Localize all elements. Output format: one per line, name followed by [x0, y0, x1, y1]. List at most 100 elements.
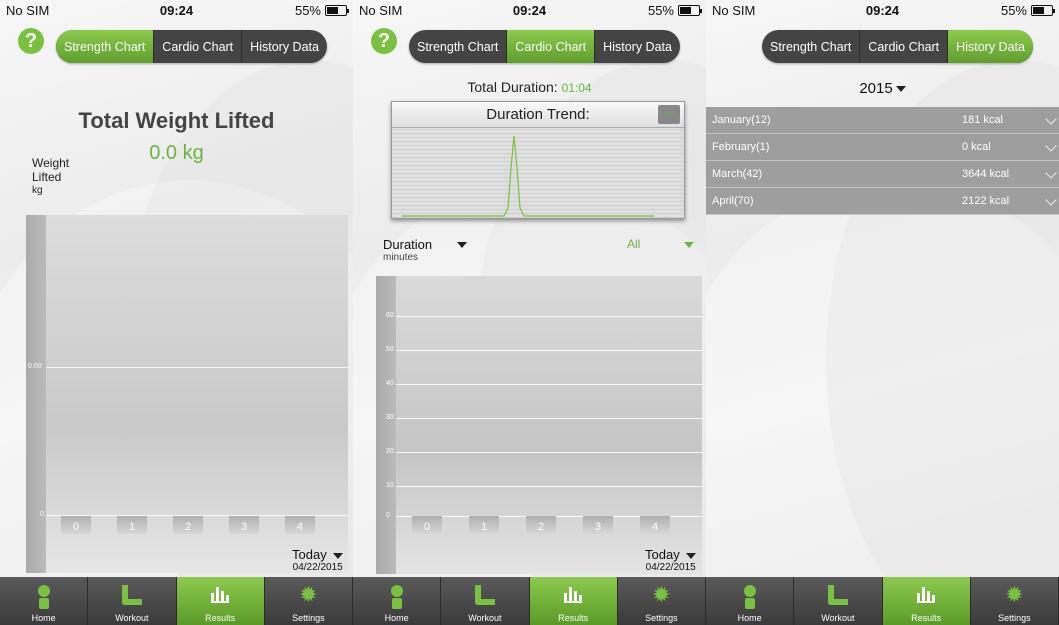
shoe-icon: [827, 585, 848, 605]
x-tick: 2: [526, 516, 556, 534]
metric-dropdown-icon[interactable]: [457, 242, 467, 248]
tab-cardio-chart[interactable]: Cardio Chart: [507, 30, 596, 63]
history-data-screen: No SIM 09:24 55% Strength Chart Cardio C…: [706, 0, 1059, 625]
x-tick: 1: [469, 516, 499, 534]
status-bar: No SIM 09:24 55%: [706, 0, 1059, 22]
battery-status: 55%: [648, 3, 702, 18]
home-person-icon: [389, 585, 405, 609]
filter-dropdown-icon[interactable]: [684, 242, 694, 248]
y-axis-label: Weight Lifted kg: [32, 156, 70, 196]
year-selector[interactable]: 2015: [706, 80, 1059, 97]
date-range-selector[interactable]: Today 04/22/2015: [645, 547, 696, 573]
x-tick: 0: [61, 516, 91, 534]
list-item[interactable]: February(1) 0 kcal: [706, 134, 1059, 161]
grid-line: [396, 452, 702, 453]
kcal-value: 3644 kcal: [962, 168, 1010, 180]
bottom-tab-bar: Home Workout Results ✹ Settings: [0, 577, 353, 625]
trend-toggle-icon[interactable]: 〰: [658, 105, 680, 124]
tab-home[interactable]: Home: [0, 577, 89, 625]
grid-line: [396, 384, 702, 385]
y-tick: 40: [386, 380, 394, 387]
grid-line: [46, 367, 348, 368]
list-item[interactable]: January(12) 181 kcal: [706, 107, 1059, 134]
grid-line: [396, 350, 702, 351]
x-tick: 3: [583, 516, 613, 534]
tab-results[interactable]: Results: [882, 577, 971, 625]
grid-line: [396, 418, 702, 419]
tab-settings[interactable]: ✹ Settings: [971, 577, 1059, 625]
battery-status: 55%: [1001, 3, 1055, 18]
y-tick: 30: [386, 414, 394, 421]
tab-home[interactable]: Home: [706, 577, 795, 625]
battery-icon: [325, 5, 349, 16]
tab-results[interactable]: Results: [176, 577, 265, 625]
tab-strength-chart[interactable]: Strength Chart: [56, 30, 155, 63]
y-tick: 0.00: [28, 363, 42, 370]
tab-results[interactable]: Results: [529, 577, 618, 625]
list-item[interactable]: March(42) 3644 kcal: [706, 161, 1059, 188]
history-list: January(12) 181 kcal February(1) 0 kcal …: [706, 107, 1059, 215]
status-bar: No SIM 09:24 55%: [0, 0, 353, 22]
y-tick: 10: [386, 482, 394, 489]
tab-workout[interactable]: Workout: [88, 577, 177, 625]
tab-strength-chart[interactable]: Strength Chart: [409, 30, 508, 63]
bar-chart-icon: [211, 585, 230, 603]
y-tick: 60: [386, 312, 394, 319]
grid-line: [396, 486, 702, 487]
month-label: January(12): [712, 114, 771, 126]
battery-icon: [678, 5, 702, 16]
tab-workout[interactable]: Workout: [441, 577, 530, 625]
tab-history-data[interactable]: History Data: [595, 30, 680, 63]
x-tick: 1: [117, 516, 147, 534]
page-title: Total Weight Lifted: [78, 108, 275, 133]
dropdown-arrow-icon: [685, 552, 696, 559]
help-button[interactable]: ?: [18, 28, 44, 54]
list-item[interactable]: April(70) 2122 kcal: [706, 188, 1059, 215]
tab-home[interactable]: Home: [353, 577, 442, 625]
strength-chart-screen: No SIM 09:24 55% ? Strength Chart Cardio…: [0, 0, 353, 625]
chart-filters: Duration minutes All: [383, 237, 694, 267]
tab-cardio-chart[interactable]: Cardio Chart: [154, 30, 243, 63]
kcal-value: 2122 kcal: [962, 195, 1010, 207]
tab-history-data[interactable]: History Data: [242, 30, 327, 63]
total-duration-value: 01:04: [561, 81, 592, 95]
y-axis: [376, 276, 396, 574]
month-label: March(42): [712, 168, 763, 180]
bar-chart-icon: [564, 585, 583, 603]
duration-trend-panel[interactable]: Duration Trend: 〰: [391, 101, 685, 219]
x-tick: 2: [173, 516, 203, 534]
tab-cardio-chart[interactable]: Cardio Chart: [860, 30, 949, 63]
tab-history-data[interactable]: History Data: [948, 30, 1033, 63]
home-person-icon: [742, 585, 758, 609]
x-tick: 0: [412, 516, 442, 534]
tab-settings[interactable]: ✹ Settings: [265, 577, 353, 625]
x-tick: 4: [285, 516, 315, 534]
chevron-down-icon: [1045, 113, 1057, 125]
total-duration: Total Duration: 01:04: [467, 79, 592, 95]
tab-workout[interactable]: Workout: [794, 577, 883, 625]
chart-segmented-control: Strength Chart Cardio Chart History Data: [56, 30, 327, 63]
chevron-down-icon: [1045, 140, 1057, 152]
y-tick: 50: [386, 346, 394, 353]
date-range-selector[interactable]: Today 04/22/2015: [292, 547, 343, 573]
month-label: April(70): [712, 195, 754, 207]
dropdown-arrow-icon: [895, 86, 906, 93]
help-button[interactable]: ?: [371, 28, 397, 54]
duration-trend-sparkline: [402, 135, 654, 217]
bar-chart-icon: [917, 585, 936, 603]
kcal-value: 0 kcal: [962, 141, 991, 153]
x-tick: 4: [640, 516, 670, 534]
strength-chart[interactable]: 0.00 0 0 1 2 3 4: [26, 215, 348, 573]
trend-header: Duration Trend: 〰: [392, 102, 684, 128]
chart-segmented-control: Strength Chart Cardio Chart History Data: [409, 30, 680, 63]
gear-icon: ✹: [1005, 582, 1024, 607]
tab-strength-chart[interactable]: Strength Chart: [762, 30, 861, 63]
cardio-chart[interactable]: 60 50 40 30 20 10 0 0 1 2 3 4: [376, 276, 702, 574]
filter-selector[interactable]: All: [627, 237, 640, 251]
tab-settings[interactable]: ✹ Settings: [618, 577, 706, 625]
chart-segmented-control: Strength Chart Cardio Chart History Data: [762, 30, 1033, 63]
chevron-down-icon: [1045, 194, 1057, 206]
home-person-icon: [36, 585, 52, 609]
metric-selector[interactable]: Duration minutes: [383, 237, 432, 263]
bottom-tab-bar: Home Workout Results ✹ Settings: [706, 577, 1059, 625]
